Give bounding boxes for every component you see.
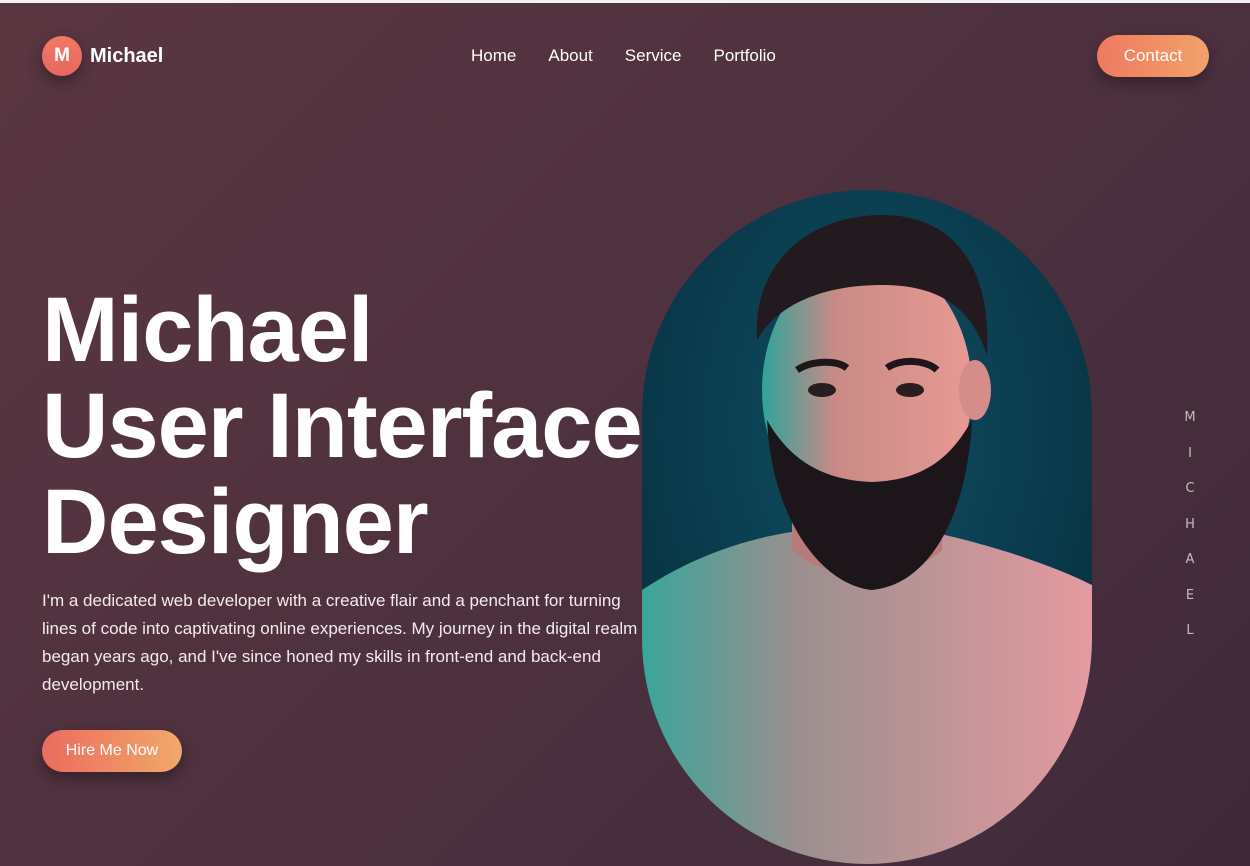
vertical-letter: E (1185, 587, 1195, 603)
nav-item-home[interactable]: Home (471, 46, 516, 66)
hero-line-1: Michael (42, 279, 373, 381)
vertical-letter: I (1188, 445, 1192, 461)
hero-description: I'm a dedicated web developer with a cre… (42, 591, 638, 694)
vertical-letter: A (1185, 552, 1195, 567)
hero-line-2: User Interface (42, 375, 643, 477)
top-border (0, 0, 1250, 3)
nav-item-service[interactable]: Service (625, 46, 682, 66)
nav-item-portfolio[interactable]: Portfolio (713, 46, 775, 66)
logo[interactable]: M Michael (42, 36, 163, 76)
vertical-name-text: M I C H A E L (1183, 400, 1197, 649)
hero-headline: Michael User Interface Designer (42, 279, 643, 573)
profile-photo (642, 190, 1092, 864)
vertical-letter: C (1185, 481, 1195, 496)
hero-line-3: Designer (42, 471, 429, 573)
vertical-letter: M (1184, 410, 1196, 425)
hire-me-button[interactable]: Hire Me Now (42, 730, 182, 772)
main-nav: Home About Service Portfolio (471, 46, 776, 66)
vertical-letter: H (1185, 516, 1195, 532)
nav-item-about[interactable]: About (548, 46, 592, 66)
contact-button[interactable]: Contact (1097, 35, 1209, 77)
portrait-image (642, 190, 1092, 864)
vertical-letter: L (1186, 623, 1194, 638)
logo-name: Michael (90, 44, 164, 67)
logo-badge: M (42, 36, 82, 76)
